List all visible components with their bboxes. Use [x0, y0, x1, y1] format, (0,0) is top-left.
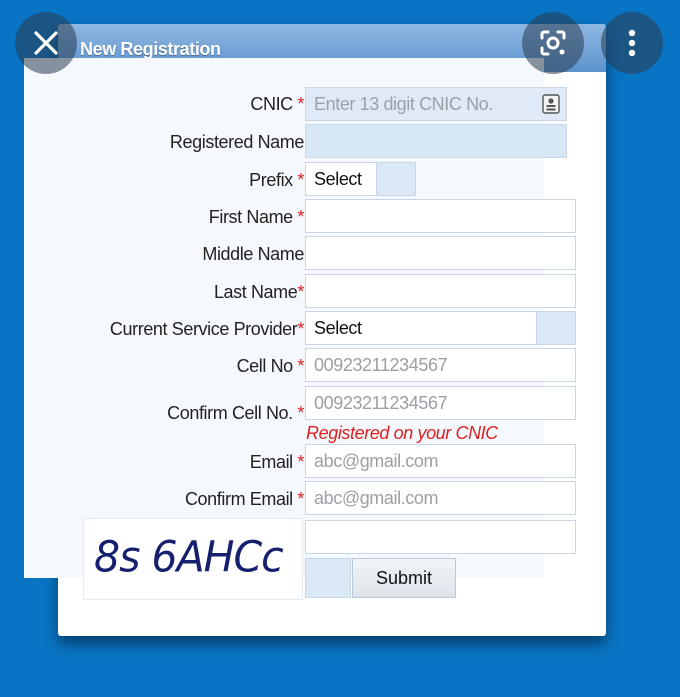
service-provider-label: Current Service Provider*: [109, 319, 304, 339]
required-marker: *: [297, 356, 304, 376]
lens-icon: [540, 30, 566, 56]
service-provider-select[interactable]: Select: [305, 311, 537, 345]
cnic-label: CNIC *: [250, 94, 304, 114]
submit-side-pad: [305, 558, 351, 598]
first-name-label: First Name *: [208, 207, 305, 227]
registered-name-field: [305, 124, 567, 158]
confirm-email-input[interactable]: [305, 481, 576, 515]
required-marker: *: [297, 170, 304, 190]
registered-name-label: Registered Name: [169, 132, 304, 152]
cell-no-label: Cell No *: [236, 356, 305, 376]
cnic-registration-note: Registered on your CNIC: [306, 423, 498, 443]
id-card-icon[interactable]: [542, 94, 560, 114]
captcha-image: 8s 6AHCc: [83, 518, 303, 600]
first-name-input[interactable]: [305, 199, 576, 233]
close-viewer-button[interactable]: [15, 12, 77, 74]
captcha-text: 8s 6AHCc: [94, 531, 284, 583]
required-marker: *: [297, 403, 304, 423]
prefix-label: Prefix *: [249, 170, 304, 190]
service-provider-dropdown-button[interactable]: [536, 311, 576, 345]
required-marker: *: [297, 207, 304, 227]
email-input[interactable]: [305, 444, 576, 478]
confirm-email-label: Confirm Email *: [184, 489, 304, 509]
close-icon: [34, 31, 58, 55]
more-vertical-icon: [628, 29, 636, 57]
prefix-select[interactable]: Select: [305, 162, 377, 196]
captcha-input[interactable]: [305, 520, 576, 554]
last-name-input[interactable]: [305, 274, 576, 308]
email-label: Email *: [249, 452, 305, 472]
middle-name-input[interactable]: [305, 236, 576, 270]
required-marker: *: [297, 452, 304, 472]
last-name-label: Last Name*: [213, 282, 304, 302]
more-options-button[interactable]: [601, 12, 663, 74]
required-marker: *: [297, 282, 304, 302]
submit-button[interactable]: Submit: [352, 558, 456, 598]
required-marker: *: [297, 94, 304, 114]
middle-name-label: Middle Name: [202, 244, 304, 264]
lens-search-button[interactable]: [522, 12, 584, 74]
confirm-cell-input[interactable]: [305, 386, 576, 420]
required-marker: *: [297, 489, 304, 509]
cnic-input[interactable]: [305, 87, 567, 121]
dialog-title: New Registration: [80, 39, 221, 59]
required-marker: *: [297, 319, 304, 339]
prefix-dropdown-button[interactable]: [376, 162, 416, 196]
confirm-cell-label: Confirm Cell No. *: [167, 403, 304, 423]
cell-no-input[interactable]: [305, 348, 576, 382]
